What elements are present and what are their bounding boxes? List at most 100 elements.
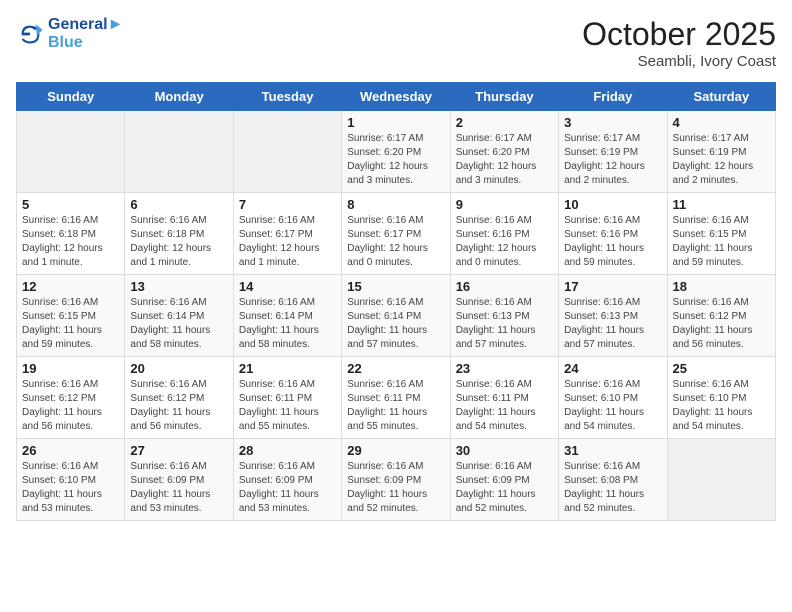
day-number: 28: [239, 443, 336, 458]
day-info: Sunrise: 6:16 AM Sunset: 6:09 PM Dayligh…: [456, 460, 553, 516]
day-info: Sunrise: 6:16 AM Sunset: 6:11 PM Dayligh…: [239, 378, 336, 434]
day-info: Sunrise: 6:16 AM Sunset: 6:18 PM Dayligh…: [22, 214, 119, 270]
table-row: 15 Sunrise: 6:16 AM Sunset: 6:14 PM Dayli…: [342, 275, 450, 357]
day-number: 10: [564, 197, 661, 212]
day-info: Sunrise: 6:16 AM Sunset: 6:12 PM Dayligh…: [22, 378, 119, 434]
table-row: 4 Sunrise: 6:17 AM Sunset: 6:19 PM Daylig…: [667, 111, 775, 193]
day-info: Sunrise: 6:16 AM Sunset: 6:13 PM Dayligh…: [456, 296, 553, 352]
table-row: [667, 439, 775, 521]
day-number: 26: [22, 443, 119, 458]
weekday-header-wednesday: Wednesday: [342, 83, 450, 111]
table-row: 27Sunrise: 6:16 AM Sunset: 6:09 PM Dayli…: [125, 439, 233, 521]
table-row: 25 Sunrise: 6:16 AM Sunset: 6:10 PM Dayli…: [667, 357, 775, 439]
day-number: 8: [347, 197, 444, 212]
day-number: 5: [22, 197, 119, 212]
day-number: 7: [239, 197, 336, 212]
table-row: 9 Sunrise: 6:16 AM Sunset: 6:16 PM Daylig…: [450, 193, 558, 275]
table-row: 31 Sunrise: 6:16 AM Sunset: 6:08 PM Dayli…: [559, 439, 667, 521]
day-info: Sunrise: 6:16 AM Sunset: 6:14 PM Dayligh…: [130, 296, 227, 352]
day-number: 22: [347, 361, 444, 376]
day-number: 19: [22, 361, 119, 376]
day-number: 12: [22, 279, 119, 294]
day-number: 6: [130, 197, 227, 212]
weekday-header-saturday: Saturday: [667, 83, 775, 111]
day-info: Sunrise: 6:16 AM Sunset: 6:12 PM Dayligh…: [673, 296, 770, 352]
day-number: 9: [456, 197, 553, 212]
day-number: 25: [673, 361, 770, 376]
table-row: 3 Sunrise: 6:17 AM Sunset: 6:19 PM Daylig…: [559, 111, 667, 193]
table-row: 5 Sunrise: 6:16 AM Sunset: 6:18 PM Daylig…: [17, 193, 125, 275]
location-title: Seambli, Ivory Coast: [582, 53, 776, 70]
weekday-header-sunday: Sunday: [17, 83, 125, 111]
week-row-3: 12 Sunrise: 6:16 AM Sunset: 6:15 PM Dayli…: [17, 275, 776, 357]
table-row: 8 Sunrise: 6:16 AM Sunset: 6:17 PM Daylig…: [342, 193, 450, 275]
day-info: Sunrise: 6:17 AM Sunset: 6:20 PM Dayligh…: [347, 132, 444, 188]
table-row: 2 Sunrise: 6:17 AM Sunset: 6:20 PM Daylig…: [450, 111, 558, 193]
week-row-5: 26 Sunrise: 6:16 AM Sunset: 6:10 PM Dayli…: [17, 439, 776, 521]
day-info: Sunrise: 6:16 AM Sunset: 6:12 PM Dayligh…: [130, 378, 227, 434]
table-row: 14Sunrise: 6:16 AM Sunset: 6:14 PM Dayli…: [233, 275, 341, 357]
day-number: 1: [347, 115, 444, 130]
day-info: Sunrise: 6:16 AM Sunset: 6:10 PM Dayligh…: [22, 460, 119, 516]
weekday-header-tuesday: Tuesday: [233, 83, 341, 111]
day-info: Sunrise: 6:16 AM Sunset: 6:15 PM Dayligh…: [22, 296, 119, 352]
day-info: Sunrise: 6:16 AM Sunset: 6:17 PM Dayligh…: [347, 214, 444, 270]
day-info: Sunrise: 6:16 AM Sunset: 6:14 PM Dayligh…: [347, 296, 444, 352]
table-row: 6 Sunrise: 6:16 AM Sunset: 6:18 PM Daylig…: [125, 193, 233, 275]
day-info: Sunrise: 6:16 AM Sunset: 6:08 PM Dayligh…: [564, 460, 661, 516]
day-info: Sunrise: 6:16 AM Sunset: 6:10 PM Dayligh…: [673, 378, 770, 434]
day-number: 2: [456, 115, 553, 130]
table-row: 21 Sunrise: 6:16 AM Sunset: 6:11 PM Dayli…: [233, 357, 341, 439]
day-info: Sunrise: 6:16 AM Sunset: 6:15 PM Dayligh…: [673, 214, 770, 270]
logo: General► Blue: [16, 16, 123, 52]
day-info: Sunrise: 6:16 AM Sunset: 6:11 PM Dayligh…: [456, 378, 553, 434]
week-row-1: 1 Sunrise: 6:17 AM Sunset: 6:20 PM Daylig…: [17, 111, 776, 193]
table-row: 16Sunrise: 6:16 AM Sunset: 6:13 PM Dayli…: [450, 275, 558, 357]
weekday-header-thursday: Thursday: [450, 83, 558, 111]
day-number: 21: [239, 361, 336, 376]
day-info: Sunrise: 6:16 AM Sunset: 6:16 PM Dayligh…: [564, 214, 661, 270]
day-info: Sunrise: 6:16 AM Sunset: 6:09 PM Dayligh…: [347, 460, 444, 516]
table-row: 23 Sunrise: 6:16 AM Sunset: 6:11 PM Dayli…: [450, 357, 558, 439]
table-row: [233, 111, 341, 193]
day-number: 30: [456, 443, 553, 458]
table-row: [125, 111, 233, 193]
day-number: 3: [564, 115, 661, 130]
table-row: 19 Sunrise: 6:16 AM Sunset: 6:12 PM Dayli…: [17, 357, 125, 439]
month-title: October 2025: [582, 16, 776, 53]
table-row: 13Sunrise: 6:16 AM Sunset: 6:14 PM Dayli…: [125, 275, 233, 357]
day-info: Sunrise: 6:16 AM Sunset: 6:16 PM Dayligh…: [456, 214, 553, 270]
day-info: Sunrise: 6:16 AM Sunset: 6:18 PM Dayligh…: [130, 214, 227, 270]
header: General► Blue October 2025 Seambli, Ivor…: [16, 16, 776, 70]
logo-text: General► Blue: [48, 16, 123, 52]
day-info: Sunrise: 6:16 AM Sunset: 6:13 PM Dayligh…: [564, 296, 661, 352]
day-info: Sunrise: 6:17 AM Sunset: 6:20 PM Dayligh…: [456, 132, 553, 188]
table-row: 10 Sunrise: 6:16 AM Sunset: 6:16 PM Dayli…: [559, 193, 667, 275]
table-row: 17Sunrise: 6:16 AM Sunset: 6:13 PM Dayli…: [559, 275, 667, 357]
table-row: [17, 111, 125, 193]
day-number: 20: [130, 361, 227, 376]
table-row: 22 Sunrise: 6:16 AM Sunset: 6:11 PM Dayli…: [342, 357, 450, 439]
weekday-header-monday: Monday: [125, 83, 233, 111]
day-info: Sunrise: 6:17 AM Sunset: 6:19 PM Dayligh…: [564, 132, 661, 188]
table-row: 18 Sunrise: 6:16 AM Sunset: 6:12 PM Dayli…: [667, 275, 775, 357]
day-info: Sunrise: 6:16 AM Sunset: 6:10 PM Dayligh…: [564, 378, 661, 434]
week-row-2: 5 Sunrise: 6:16 AM Sunset: 6:18 PM Daylig…: [17, 193, 776, 275]
weekday-header-friday: Friday: [559, 83, 667, 111]
table-row: 26 Sunrise: 6:16 AM Sunset: 6:10 PM Dayli…: [17, 439, 125, 521]
calendar: SundayMondayTuesdayWednesdayThursdayFrid…: [16, 82, 776, 521]
table-row: 11Sunrise: 6:16 AM Sunset: 6:15 PM Dayli…: [667, 193, 775, 275]
day-number: 15: [347, 279, 444, 294]
logo-icon: [16, 20, 44, 48]
day-number: 31: [564, 443, 661, 458]
day-number: 18: [673, 279, 770, 294]
day-number: 23: [456, 361, 553, 376]
table-row: 1 Sunrise: 6:17 AM Sunset: 6:20 PM Daylig…: [342, 111, 450, 193]
day-number: 4: [673, 115, 770, 130]
table-row: 7Sunrise: 6:16 AM Sunset: 6:17 PM Daylig…: [233, 193, 341, 275]
table-row: 24Sunrise: 6:16 AM Sunset: 6:10 PM Dayli…: [559, 357, 667, 439]
table-row: 20 Sunrise: 6:16 AM Sunset: 6:12 PM Dayli…: [125, 357, 233, 439]
day-info: Sunrise: 6:17 AM Sunset: 6:19 PM Dayligh…: [673, 132, 770, 188]
day-info: Sunrise: 6:16 AM Sunset: 6:11 PM Dayligh…: [347, 378, 444, 434]
table-row: 29Sunrise: 6:16 AM Sunset: 6:09 PM Dayli…: [342, 439, 450, 521]
